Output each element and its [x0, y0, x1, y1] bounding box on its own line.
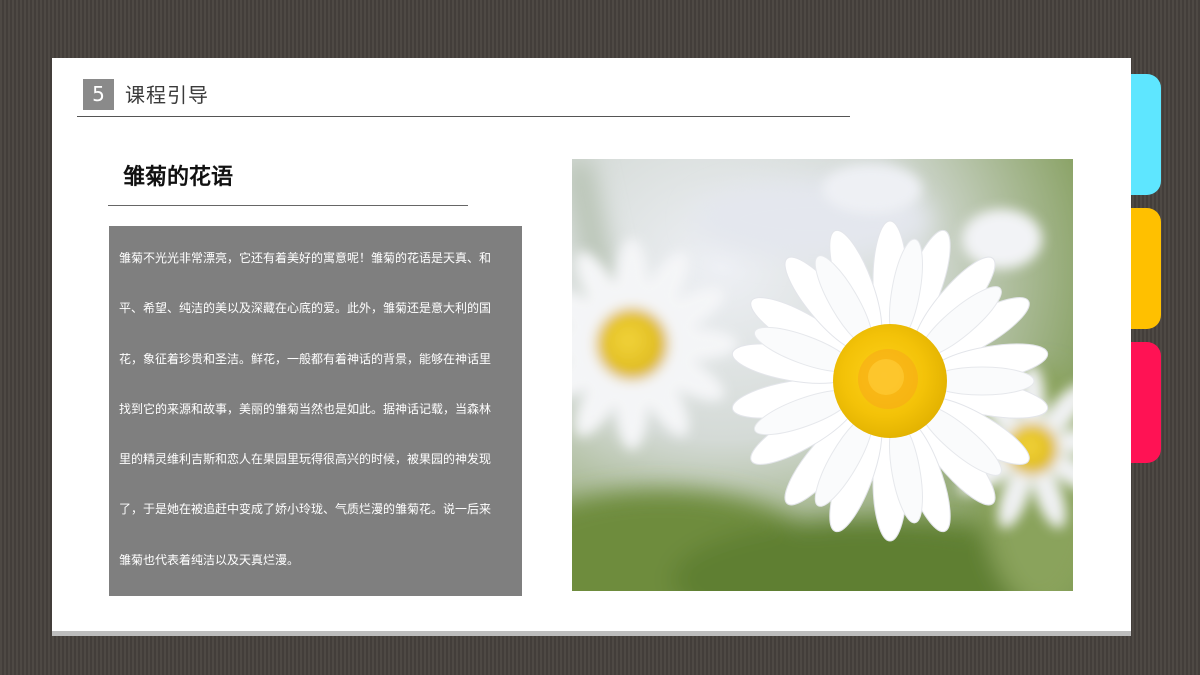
tab-pink[interactable]: [1128, 342, 1161, 463]
description-line: 花，象征着珍贵和圣洁。鲜花，一般都有着神话的背景，能够在神话里: [119, 352, 492, 365]
tab-yellow[interactable]: [1128, 208, 1161, 329]
description-line: 平、希望、纯洁的美以及深藏在心底的爱。此外，雏菊还是意大利的国: [119, 302, 492, 315]
section-divider: [108, 205, 468, 206]
description-line: 找到它的来源和故事，美丽的雏菊当然也是如此。据神话记载，当森林: [119, 402, 492, 415]
description-box: 雏菊不光光非常漂亮，它还有着美好的寓意呢！雏菊的花语是天真、和 平、希望、纯洁的…: [109, 226, 522, 596]
header-divider: [77, 116, 850, 117]
slide-header-title: 课程引导: [125, 83, 209, 107]
daisy-photo: [572, 159, 1073, 591]
description-line: 雏菊也代表着纯洁以及天真烂漫。: [119, 553, 300, 566]
section-title: 雏菊的花语: [123, 165, 234, 190]
tab-cyan[interactable]: [1128, 74, 1161, 195]
description-line: 里的精灵维利吉斯和恋人在果园里玩得很高兴的时候，被果园的神发现: [119, 453, 492, 466]
description-line: 雏菊不光光非常漂亮，它还有着美好的寓意呢！雏菊的花语是天真、和: [119, 252, 492, 264]
description-line: 了，于是她在被追赶中变成了娇小玲珑、气质烂漫的雏菊花。说一后来: [119, 503, 492, 516]
slide: 5 课程引导 雏菊的花语 雏菊不光光非常漂亮，它还有着美好的寓意呢！雏菊的花语是…: [52, 58, 1131, 631]
slide-number: 5: [83, 79, 114, 110]
daisy-illustration: [572, 159, 1073, 591]
